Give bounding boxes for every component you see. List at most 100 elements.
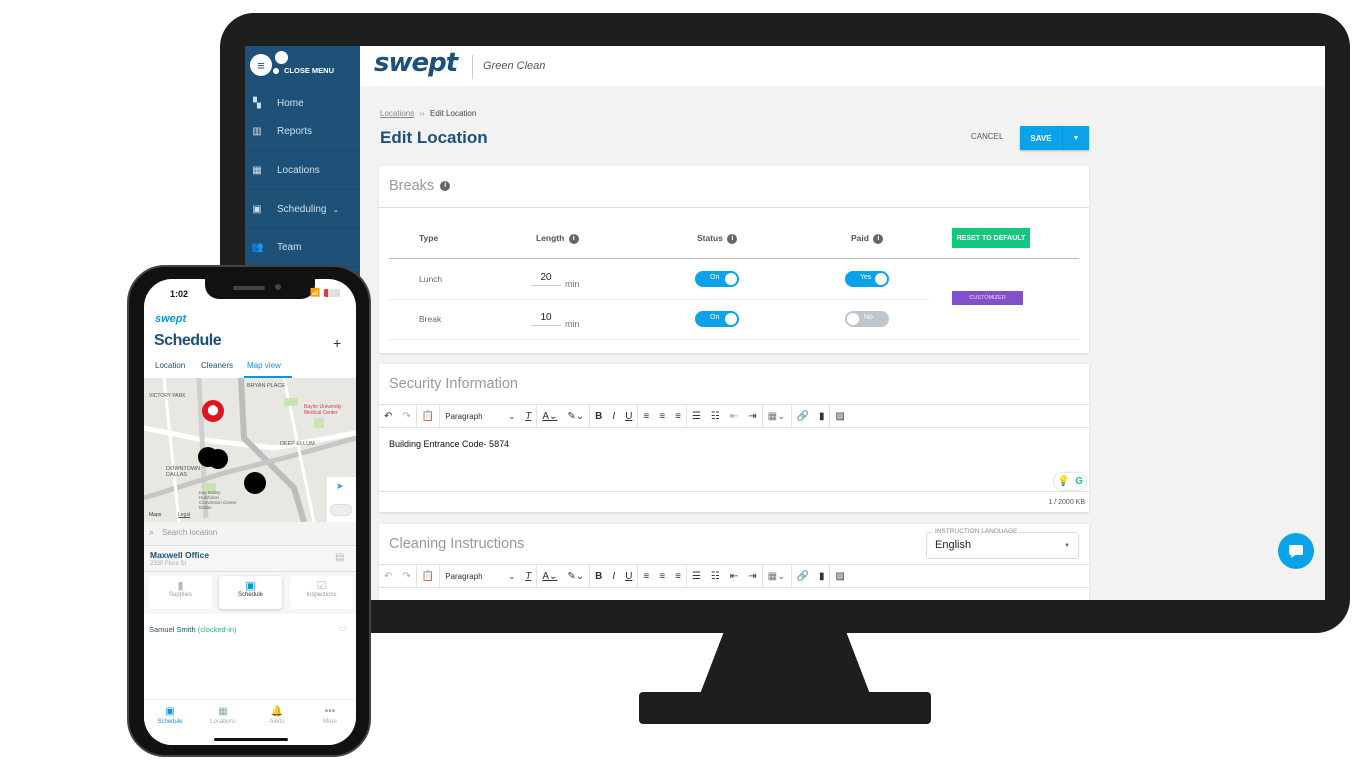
- align-right-icon[interactable]: ≡: [670, 405, 686, 427]
- menu-dot-decoration: [273, 68, 279, 74]
- undo-icon[interactable]: ↶: [379, 565, 397, 587]
- text-color-icon[interactable]: A⌄: [537, 405, 562, 427]
- map-roads: [144, 378, 356, 522]
- map-view[interactable]: BRYAN PLACE VICTORY PARK Baylor Universi…: [144, 378, 356, 522]
- nav-schedule[interactable]: ▣ Schedule: [150, 706, 190, 725]
- link-icon[interactable]: 🔗: [792, 565, 814, 587]
- nav-locations[interactable]: ▦ Locations: [203, 706, 243, 725]
- speaker: [233, 286, 265, 290]
- clear-formatting-icon[interactable]: T: [520, 565, 536, 587]
- swept-logo[interactable]: swept: [374, 48, 458, 78]
- align-left-icon[interactable]: ≡: [638, 565, 654, 587]
- map-pin-selected[interactable]: ⬤: [202, 400, 224, 422]
- image-icon[interactable]: ▨: [830, 405, 849, 427]
- length-input[interactable]: 10: [531, 312, 561, 326]
- paste-text-icon[interactable]: 📋: [417, 565, 439, 587]
- italic-icon[interactable]: I: [607, 565, 620, 587]
- save-options-dropdown-icon[interactable]: ▼: [1062, 126, 1089, 150]
- message-icon[interactable]: ▤: [335, 552, 344, 563]
- location-arrow-icon[interactable]: ➤: [336, 481, 344, 492]
- unit-label: min: [565, 319, 580, 329]
- align-center-icon[interactable]: ≡: [654, 565, 670, 587]
- menu-icon[interactable]: ≡: [250, 54, 272, 76]
- highlight-color-icon[interactable]: ✎⌄: [562, 405, 589, 427]
- highlight-color-icon[interactable]: ✎⌄: [562, 565, 589, 587]
- map-toggle[interactable]: [330, 504, 352, 516]
- sidebar-item-locations[interactable]: ▦ Locations: [245, 152, 360, 190]
- italic-icon[interactable]: I: [607, 405, 620, 427]
- numbered-list-icon[interactable]: ☷: [706, 405, 725, 427]
- breadcrumb-locations-link[interactable]: Locations: [380, 109, 414, 118]
- numbered-list-icon[interactable]: ☷: [706, 565, 725, 587]
- redo-icon[interactable]: ↷: [397, 565, 415, 587]
- cancel-button[interactable]: CANCEL: [971, 132, 1003, 141]
- chat-support-button[interactable]: [1278, 533, 1314, 569]
- location-row[interactable]: Maxwell Office 2330 Flora St ▤: [144, 546, 356, 572]
- image-icon[interactable]: ▨: [830, 565, 849, 587]
- row-divider: [389, 299, 929, 300]
- undo-icon[interactable]: ↶: [379, 405, 397, 427]
- tile-inspections[interactable]: ☑ Inspections: [290, 576, 353, 609]
- indent-icon[interactable]: ⇥: [743, 405, 761, 427]
- close-menu-button[interactable]: CLOSE MENU: [284, 66, 334, 75]
- sidebar-item-scheduling[interactable]: ▣ Scheduling ⌄: [245, 191, 360, 229]
- info-icon[interactable]: i: [727, 233, 738, 244]
- tab-cleaners[interactable]: Cleaners: [201, 361, 233, 370]
- tab-location[interactable]: Location: [155, 361, 185, 370]
- map-pin[interactable]: [244, 472, 266, 494]
- grammarly-widget[interactable]: 💡 G: [1054, 473, 1086, 490]
- underline-icon[interactable]: U: [620, 565, 637, 587]
- link-icon[interactable]: 🔗: [792, 405, 814, 427]
- bookmark-icon[interactable]: ▮: [814, 405, 830, 427]
- outdent-icon[interactable]: ⇤: [725, 565, 743, 587]
- bullet-list-icon[interactable]: ☰: [687, 565, 706, 587]
- save-button[interactable]: SAVE: [1020, 126, 1062, 150]
- sidebar-item-team[interactable]: 👥 Team: [245, 229, 360, 267]
- paid-toggle[interactable]: Yes: [845, 271, 889, 287]
- security-editor-content[interactable]: Building Entrance Code- 5874: [389, 439, 509, 449]
- bold-icon[interactable]: B: [590, 405, 607, 427]
- align-left-icon[interactable]: ≡: [638, 405, 654, 427]
- block-format-value: Paragraph: [445, 411, 483, 421]
- tab-map-view[interactable]: Map view: [247, 361, 281, 370]
- message-icon[interactable]: ▭: [339, 624, 347, 633]
- paste-text-icon[interactable]: 📋: [417, 405, 439, 427]
- cleaner-row[interactable]: Samuel Smith (clocked-in): [149, 625, 237, 634]
- align-center-icon[interactable]: ≡: [654, 405, 670, 427]
- nav-more[interactable]: ••• More: [310, 706, 350, 725]
- table-icon[interactable]: ▦⌄: [763, 565, 791, 587]
- status-toggle[interactable]: On: [695, 311, 739, 327]
- info-icon[interactable]: i: [440, 181, 451, 192]
- outdent-icon[interactable]: ⇤: [725, 405, 743, 427]
- redo-icon[interactable]: ↷: [397, 405, 415, 427]
- info-icon[interactable]: i: [873, 233, 884, 244]
- legal-link[interactable]: Legal: [178, 512, 190, 518]
- length-input[interactable]: 20: [531, 272, 561, 286]
- search-location-input[interactable]: ⌕ Search location: [144, 522, 356, 546]
- table-icon[interactable]: ▦⌄: [763, 405, 791, 427]
- info-icon[interactable]: i: [568, 233, 579, 244]
- tile-schedule[interactable]: ▣ Schedule: [219, 576, 282, 609]
- bullet-list-icon[interactable]: ☰: [687, 405, 706, 427]
- status-toggle[interactable]: On: [695, 271, 739, 287]
- instruction-language-select[interactable]: INSTRUCTION LANGUAGE English ▼: [926, 528, 1079, 559]
- map-pin[interactable]: [208, 449, 228, 469]
- reset-to-default-button[interactable]: RESET TO DEFAULT: [952, 228, 1030, 248]
- map-label: Baylor University Medical Center: [304, 404, 342, 416]
- underline-icon[interactable]: U: [620, 405, 637, 427]
- indent-icon[interactable]: ⇥: [743, 565, 761, 587]
- sidebar-item-label: Locations: [277, 165, 320, 176]
- block-format-select[interactable]: Paragraph ⌄: [440, 565, 520, 587]
- block-format-select[interactable]: Paragraph ⌄: [440, 405, 520, 427]
- align-right-icon[interactable]: ≡: [670, 565, 686, 587]
- bookmark-icon[interactable]: ▮: [814, 565, 830, 587]
- clear-formatting-icon[interactable]: T: [520, 405, 536, 427]
- bold-icon[interactable]: B: [590, 565, 607, 587]
- text-color-icon[interactable]: A⌄: [537, 565, 562, 587]
- add-icon[interactable]: +: [333, 335, 341, 351]
- paid-toggle[interactable]: No: [845, 311, 889, 327]
- nav-alerts[interactable]: 🔔 Alerts: [257, 706, 297, 725]
- sidebar-item-reports[interactable]: ▥ Reports: [245, 113, 360, 151]
- tile-supplies[interactable]: ▮ Supplies: [149, 576, 212, 609]
- wifi-icon: 📶: [310, 288, 320, 297]
